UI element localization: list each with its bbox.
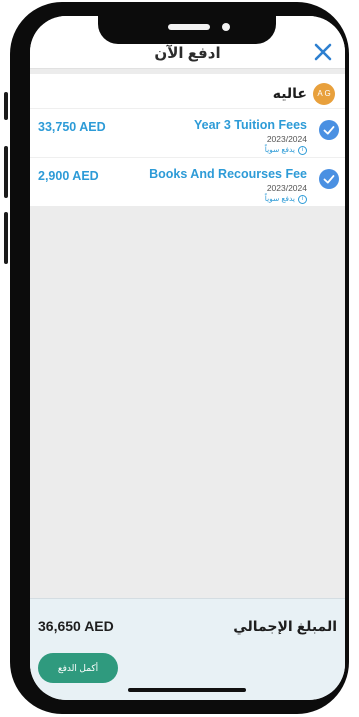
- fee-checkbox[interactable]: [319, 120, 339, 140]
- fee-item[interactable]: 2,900 AED Books And Recourses Fee 2023/2…: [30, 157, 345, 206]
- fee-year: 2023/2024: [266, 183, 307, 193]
- partial-payment-label: يدفع سوياً: [264, 194, 295, 203]
- camera: [222, 23, 230, 31]
- info-icon: i: [298, 194, 307, 204]
- home-indicator: [128, 688, 246, 692]
- partial-payment-link[interactable]: iيدفع سوياً: [265, 145, 307, 155]
- notch: [98, 16, 276, 44]
- complete-payment-button[interactable]: أكمل الدفع: [38, 653, 118, 683]
- fee-checkbox[interactable]: [319, 169, 339, 189]
- app-screen: ادفع الآن عاليه A G 33,750 AED Year 3 Tu…: [30, 16, 345, 700]
- total-amount: 36,650 AED: [38, 618, 114, 634]
- partial-payment-link[interactable]: iيدفع سوياً: [265, 194, 307, 204]
- total-label: المبلغ الإجمالي: [233, 618, 337, 634]
- mute-switch: [4, 92, 8, 120]
- payment-summary: 36,650 AED المبلغ الإجمالي أكمل الدفع: [30, 598, 345, 700]
- close-button[interactable]: [311, 40, 335, 64]
- volume-up-button: [4, 146, 8, 198]
- fee-amount: 2,900 AED: [38, 169, 99, 183]
- info-icon: i: [298, 145, 307, 155]
- avatar: A G: [313, 83, 335, 105]
- fee-name: Year 3 Tuition Fees: [193, 118, 307, 132]
- student-name: عاليه: [272, 85, 307, 101]
- checkmark-icon: [323, 175, 335, 184]
- fee-name: Books And Recourses Fee: [149, 167, 307, 181]
- checkmark-icon: [323, 126, 335, 135]
- speaker: [168, 24, 210, 30]
- partial-payment-label: يدفع سوياً: [264, 145, 295, 154]
- fee-year: 2023/2024: [266, 134, 307, 144]
- fees-list: عاليه A G 33,750 AED Year 3 Tuition Fees…: [30, 74, 345, 206]
- volume-down-button: [4, 212, 8, 264]
- fee-amount: 33,750 AED: [38, 120, 106, 134]
- close-icon: [314, 43, 332, 61]
- student-header: عاليه A G: [30, 74, 345, 108]
- fee-item[interactable]: 33,750 AED Year 3 Tuition Fees 2023/2024…: [30, 108, 345, 157]
- page-title: ادفع الآن: [154, 45, 221, 62]
